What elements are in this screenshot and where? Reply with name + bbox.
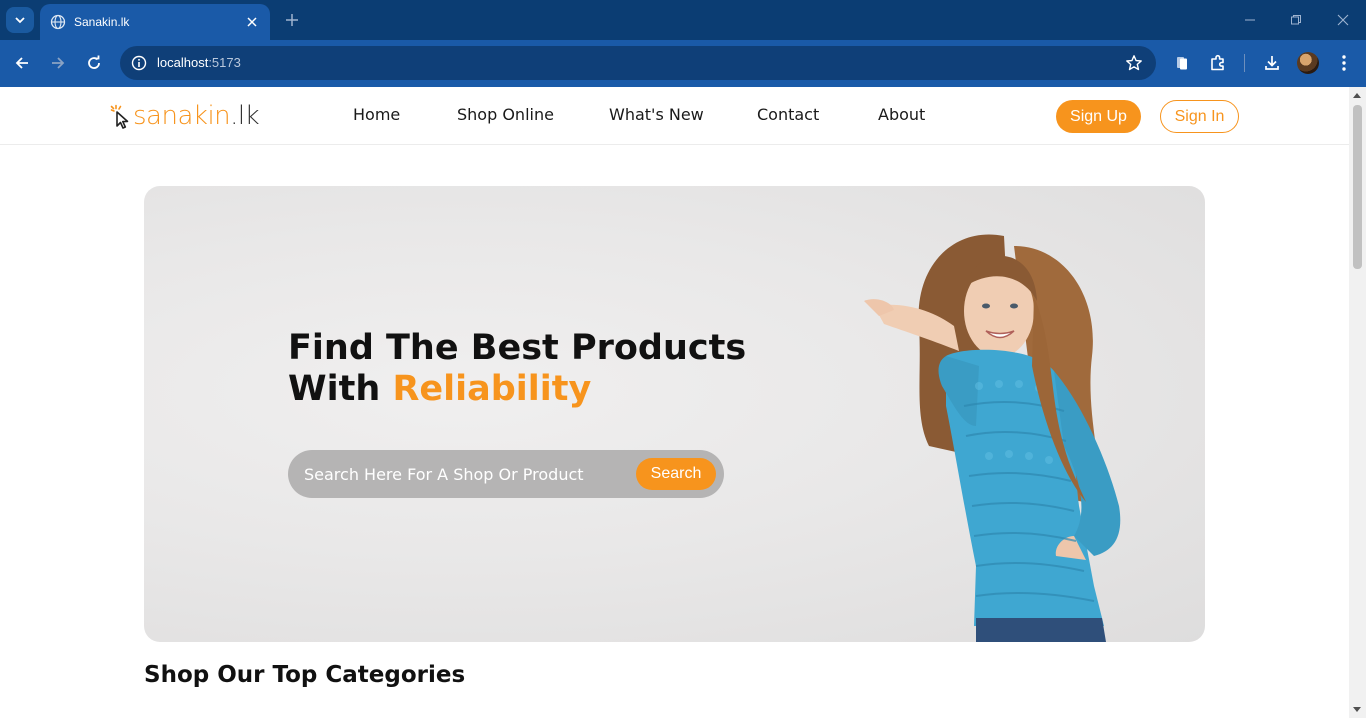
restore-button[interactable]: [1286, 10, 1306, 30]
url-host: localhost: [157, 55, 209, 70]
browser-toolbar: localhost:5173: [0, 40, 1366, 87]
arrow-left-icon: [15, 57, 28, 69]
puzzle-icon: [1211, 54, 1224, 71]
reload-icon: [88, 55, 100, 69]
downloads-button[interactable]: [1260, 51, 1284, 75]
nav-contact[interactable]: Contact: [757, 105, 819, 124]
scroll-down-arrow-icon[interactable]: [1353, 707, 1361, 712]
plus-icon: [286, 14, 298, 26]
top-categories-heading: Shop Our Top Categories: [144, 662, 466, 688]
close-icon: [247, 17, 257, 27]
browser-tab-active[interactable]: Sanakin.lk: [40, 4, 270, 40]
logo-wordmark: sanakin.lk: [133, 101, 260, 131]
hero-title-line1: Find The Best Products: [288, 328, 747, 368]
nav-home[interactable]: Home: [353, 105, 400, 124]
back-button[interactable]: [10, 51, 34, 75]
arrow-right-icon: [52, 57, 65, 69]
document-icon: [1177, 57, 1187, 70]
extensions-button[interactable]: [1206, 51, 1230, 75]
hero-title-line2-prefix: With: [288, 369, 393, 409]
forward-button[interactable]: [46, 51, 70, 75]
minimize-button[interactable]: [1240, 10, 1260, 30]
site-header: sanakin.lk Home Shop Online What's New C…: [0, 87, 1349, 145]
profile-avatar[interactable]: [1297, 52, 1319, 74]
hero-banner: Find The Best Products With Reliability …: [144, 186, 1205, 642]
scroll-thumb[interactable]: [1353, 105, 1362, 269]
tab-list-button[interactable]: [6, 7, 34, 33]
reload-button[interactable]: [82, 51, 106, 75]
chevron-down-icon: [15, 17, 25, 24]
hero-title: Find The Best Products With Reliability: [288, 328, 746, 410]
star-icon: [1126, 55, 1142, 71]
toolbar-separator: [1244, 54, 1245, 72]
tab-close-button[interactable]: [244, 14, 260, 30]
browser-tab-strip: Sanakin.lk: [0, 0, 1366, 40]
kebab-menu-icon: [1342, 55, 1346, 71]
globe-icon: [50, 14, 66, 30]
logo-main: sanakin: [133, 101, 231, 131]
browser-menu-button[interactable]: [1332, 51, 1356, 75]
nav-whats-new[interactable]: What's New: [609, 105, 704, 124]
search-button[interactable]: Search: [636, 458, 716, 490]
hero-model-image: [864, 234, 1121, 642]
hero-search-bar: Search: [288, 450, 724, 498]
download-icon: [1265, 56, 1279, 70]
bookmark-button[interactable]: [1124, 53, 1144, 73]
reading-list-button[interactable]: [1170, 51, 1194, 75]
site-logo[interactable]: sanakin.lk: [110, 99, 260, 133]
restore-icon: [1291, 15, 1301, 25]
logo-tld: .lk: [230, 101, 260, 131]
url-port: :5173: [208, 55, 241, 70]
sign-in-button[interactable]: Sign In: [1160, 100, 1239, 133]
site-info-button[interactable]: [128, 52, 150, 74]
tab-title: Sanakin.lk: [74, 15, 130, 29]
scroll-up-arrow-icon[interactable]: [1353, 93, 1361, 98]
close-window-button[interactable]: [1333, 10, 1353, 30]
minimize-icon: [1245, 19, 1255, 21]
address-bar[interactable]: localhost:5173: [120, 46, 1156, 80]
new-tab-button[interactable]: [282, 10, 302, 30]
url-text: localhost:5173: [157, 55, 241, 70]
page-scrollbar[interactable]: [1349, 87, 1366, 718]
nav-shop-online[interactable]: Shop Online: [457, 105, 554, 124]
sign-up-button[interactable]: Sign Up: [1056, 100, 1141, 133]
page-viewport: sanakin.lk Home Shop Online What's New C…: [0, 87, 1349, 718]
close-icon: [1337, 14, 1349, 26]
nav-about[interactable]: About: [878, 105, 925, 124]
search-input[interactable]: [304, 464, 624, 484]
info-icon: [131, 55, 147, 71]
hero-title-accent: Reliability: [392, 369, 592, 409]
cursor-logo-icon: [110, 104, 129, 129]
